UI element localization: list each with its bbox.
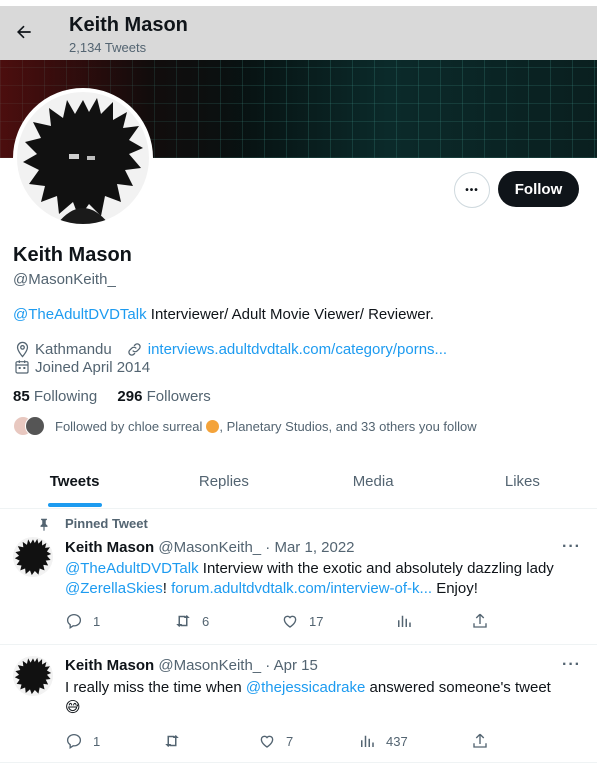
tweet-mention-link[interactable]: @thejessicadrake bbox=[246, 679, 365, 696]
followed-by-text: Followed by chloe surreal bbox=[55, 418, 203, 434]
reply-count: 1 bbox=[93, 613, 101, 629]
back-arrow-icon[interactable] bbox=[12, 20, 36, 44]
tweet-avatar[interactable] bbox=[13, 656, 53, 696]
tweet-text-part: I really miss the time when bbox=[65, 679, 246, 696]
tab-media[interactable]: Media bbox=[299, 458, 448, 508]
tweet-text: @TheAdultDVDTalk Interview with the exot… bbox=[65, 559, 580, 599]
profile-joined-row: Joined April 2014 bbox=[13, 358, 150, 376]
tab-replies[interactable]: Replies bbox=[149, 458, 298, 508]
profile-tabs: Tweets Replies Media Likes bbox=[0, 458, 597, 509]
reply-button[interactable]: 1 bbox=[65, 611, 100, 631]
tweet-mention-link[interactable]: @ZerellaSkies bbox=[65, 580, 163, 597]
location-icon bbox=[13, 340, 31, 358]
like-button[interactable]: 17 bbox=[281, 611, 323, 631]
profile-bio: @TheAdultDVDTalk Interviewer/ Adult Movi… bbox=[13, 306, 434, 323]
share-button[interactable] bbox=[471, 611, 489, 631]
reply-icon bbox=[66, 613, 82, 629]
like-count: 7 bbox=[286, 733, 294, 749]
profile-website-link[interactable]: interviews.adultdvdtalk.com/category/por… bbox=[148, 341, 447, 358]
heart-icon bbox=[283, 615, 297, 628]
tweet-author-handle[interactable]: @MasonKeith_ bbox=[158, 539, 261, 556]
reply-button[interactable]: 1 bbox=[65, 731, 100, 751]
tweet-more-icon[interactable]: ··· bbox=[562, 538, 581, 556]
more-options-label: ••• bbox=[465, 184, 479, 196]
link-icon bbox=[126, 340, 144, 358]
tweet-avatar[interactable] bbox=[13, 537, 53, 577]
more-options-button[interactable]: ••• bbox=[454, 172, 490, 208]
calendar-icon bbox=[13, 358, 31, 376]
share-icon bbox=[473, 733, 487, 748]
analytics-button[interactable] bbox=[395, 611, 413, 631]
followed-by-row[interactable]: Followed by chloe surreal , Planetary St… bbox=[13, 416, 477, 436]
followers-count: 296 bbox=[117, 388, 143, 405]
follower-avatar bbox=[25, 416, 45, 436]
tweet-card[interactable]: Keith Mason @MasonKeith_ · Apr 15 ··· I … bbox=[0, 645, 597, 763]
retweet-icon bbox=[176, 615, 190, 627]
like-count: 17 bbox=[309, 613, 324, 629]
share-icon bbox=[473, 613, 487, 628]
followers-label: Followers bbox=[146, 388, 211, 405]
retweet-count: 6 bbox=[202, 613, 210, 629]
tweet-author-handle[interactable]: @MasonKeith_ bbox=[158, 657, 261, 674]
tab-tweets[interactable]: Tweets bbox=[0, 458, 149, 508]
tweet-author-name[interactable]: Keith Mason bbox=[65, 539, 154, 556]
heart-icon bbox=[260, 735, 274, 748]
header-tweet-count: 2,134 Tweets bbox=[69, 40, 147, 55]
tweet-more-icon[interactable]: ··· bbox=[562, 656, 581, 674]
tweet-text-part: ! bbox=[162, 580, 172, 597]
tweet-author-name[interactable]: Keith Mason bbox=[65, 657, 154, 674]
bio-mention-link[interactable]: @TheAdultDVDTalk bbox=[13, 306, 147, 323]
tweet-text: I really miss the time when @thejessicad… bbox=[65, 678, 580, 718]
profile-joined-date: Joined April 2014 bbox=[35, 358, 151, 376]
tweet-url-link[interactable]: forum.adultdvdtalk.com/interview-of-k... bbox=[171, 580, 432, 597]
tweet-card[interactable]: Keith Mason @MasonKeith_ · Mar 1, 2022 ·… bbox=[0, 510, 597, 645]
tweet-mention-link[interactable]: @TheAdultDVDTalk bbox=[65, 560, 199, 577]
tweet-text-part: answered someone's tweet bbox=[365, 679, 551, 696]
share-button[interactable] bbox=[471, 731, 489, 751]
like-button[interactable]: 7 bbox=[258, 731, 293, 751]
tweet-header: Keith Mason @MasonKeith_ · Apr 15 bbox=[65, 657, 318, 674]
tab-likes[interactable]: Likes bbox=[448, 458, 597, 508]
profile-location: Kathmandu bbox=[35, 340, 112, 358]
follow-button[interactable]: Follow bbox=[498, 171, 579, 207]
reply-icon bbox=[66, 733, 82, 749]
profile-avatar[interactable] bbox=[13, 88, 153, 228]
profile-handle: @MasonKeith_ bbox=[13, 271, 116, 288]
tweet-text-part: Interview with the exotic and absolutely… bbox=[198, 560, 554, 577]
analytics-button[interactable]: 437 bbox=[358, 731, 408, 751]
retweet-icon bbox=[165, 735, 179, 747]
header-title: Keith Mason bbox=[69, 14, 188, 36]
reply-count: 1 bbox=[93, 733, 101, 749]
tweet-text-part: Enjoy! bbox=[432, 580, 478, 597]
view-count: 437 bbox=[386, 733, 408, 749]
follow-counts: 85 Following 296 Followers bbox=[13, 388, 211, 405]
profile-header-bar: Keith Mason 2,134 Tweets bbox=[0, 6, 597, 60]
following-link[interactable]: 85 Following bbox=[13, 388, 97, 405]
analytics-icon bbox=[398, 615, 411, 627]
retweet-button[interactable] bbox=[163, 731, 181, 751]
tweet-date[interactable]: · Mar 1, 2022 bbox=[261, 539, 354, 556]
analytics-icon bbox=[361, 735, 374, 747]
emoji-icon bbox=[206, 419, 220, 433]
bio-text: Interviewer/ Adult Movie Viewer/ Reviewe… bbox=[146, 306, 434, 323]
following-count: 85 bbox=[13, 388, 30, 405]
followers-link[interactable]: 296 Followers bbox=[117, 388, 210, 405]
profile-name: Keith Mason bbox=[13, 244, 132, 266]
tweet-header: Keith Mason @MasonKeith_ · Mar 1, 2022 bbox=[65, 539, 355, 556]
profile-meta-row: Kathmandu interviews.adultdvdtalk.com/ca… bbox=[13, 340, 447, 358]
followed-by-rest: , Planetary Studios, and 33 others you f… bbox=[219, 418, 477, 434]
following-label: Following bbox=[33, 388, 98, 405]
retweet-button[interactable]: 6 bbox=[174, 611, 209, 631]
emoji-icon: 😅 bbox=[65, 699, 81, 716]
tweet-date[interactable]: · Apr 15 bbox=[261, 657, 318, 674]
